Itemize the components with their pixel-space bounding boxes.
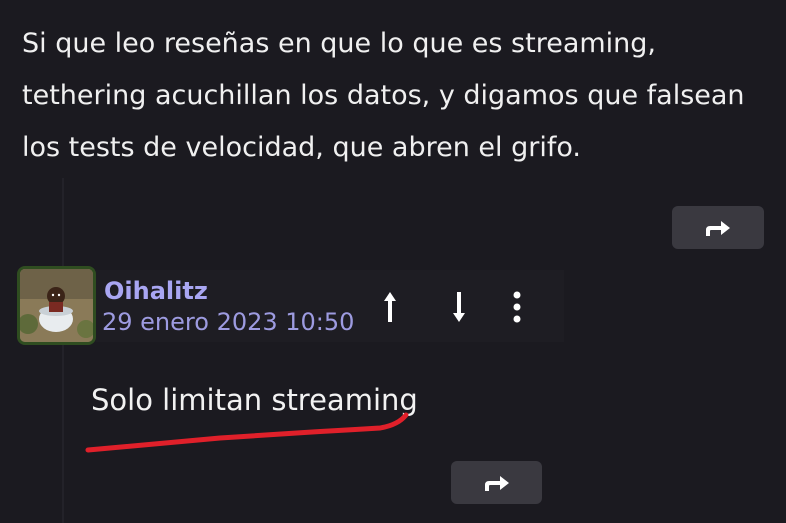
reply-button[interactable] xyxy=(672,206,764,249)
thread-line xyxy=(62,178,64,523)
red-underline-annotation xyxy=(85,412,409,453)
upvote-button[interactable] xyxy=(372,290,408,328)
more-options-button[interactable] xyxy=(499,290,535,328)
avatar[interactable] xyxy=(17,266,96,345)
more-vertical-icon xyxy=(512,290,522,328)
reply-arrow-icon xyxy=(483,473,511,493)
reply-button[interactable] xyxy=(451,461,542,504)
downvote-button[interactable] xyxy=(441,290,477,328)
comment-timestamp[interactable]: 29 enero 2023 10:50 xyxy=(102,306,354,338)
arrow-up-icon xyxy=(382,290,398,328)
comment-author[interactable]: Oihalitz xyxy=(104,276,208,306)
arrow-down-icon xyxy=(451,290,467,328)
post-body: Si que leo reseñas en que lo que es stre… xyxy=(22,28,745,163)
reply-arrow-icon xyxy=(704,218,732,238)
